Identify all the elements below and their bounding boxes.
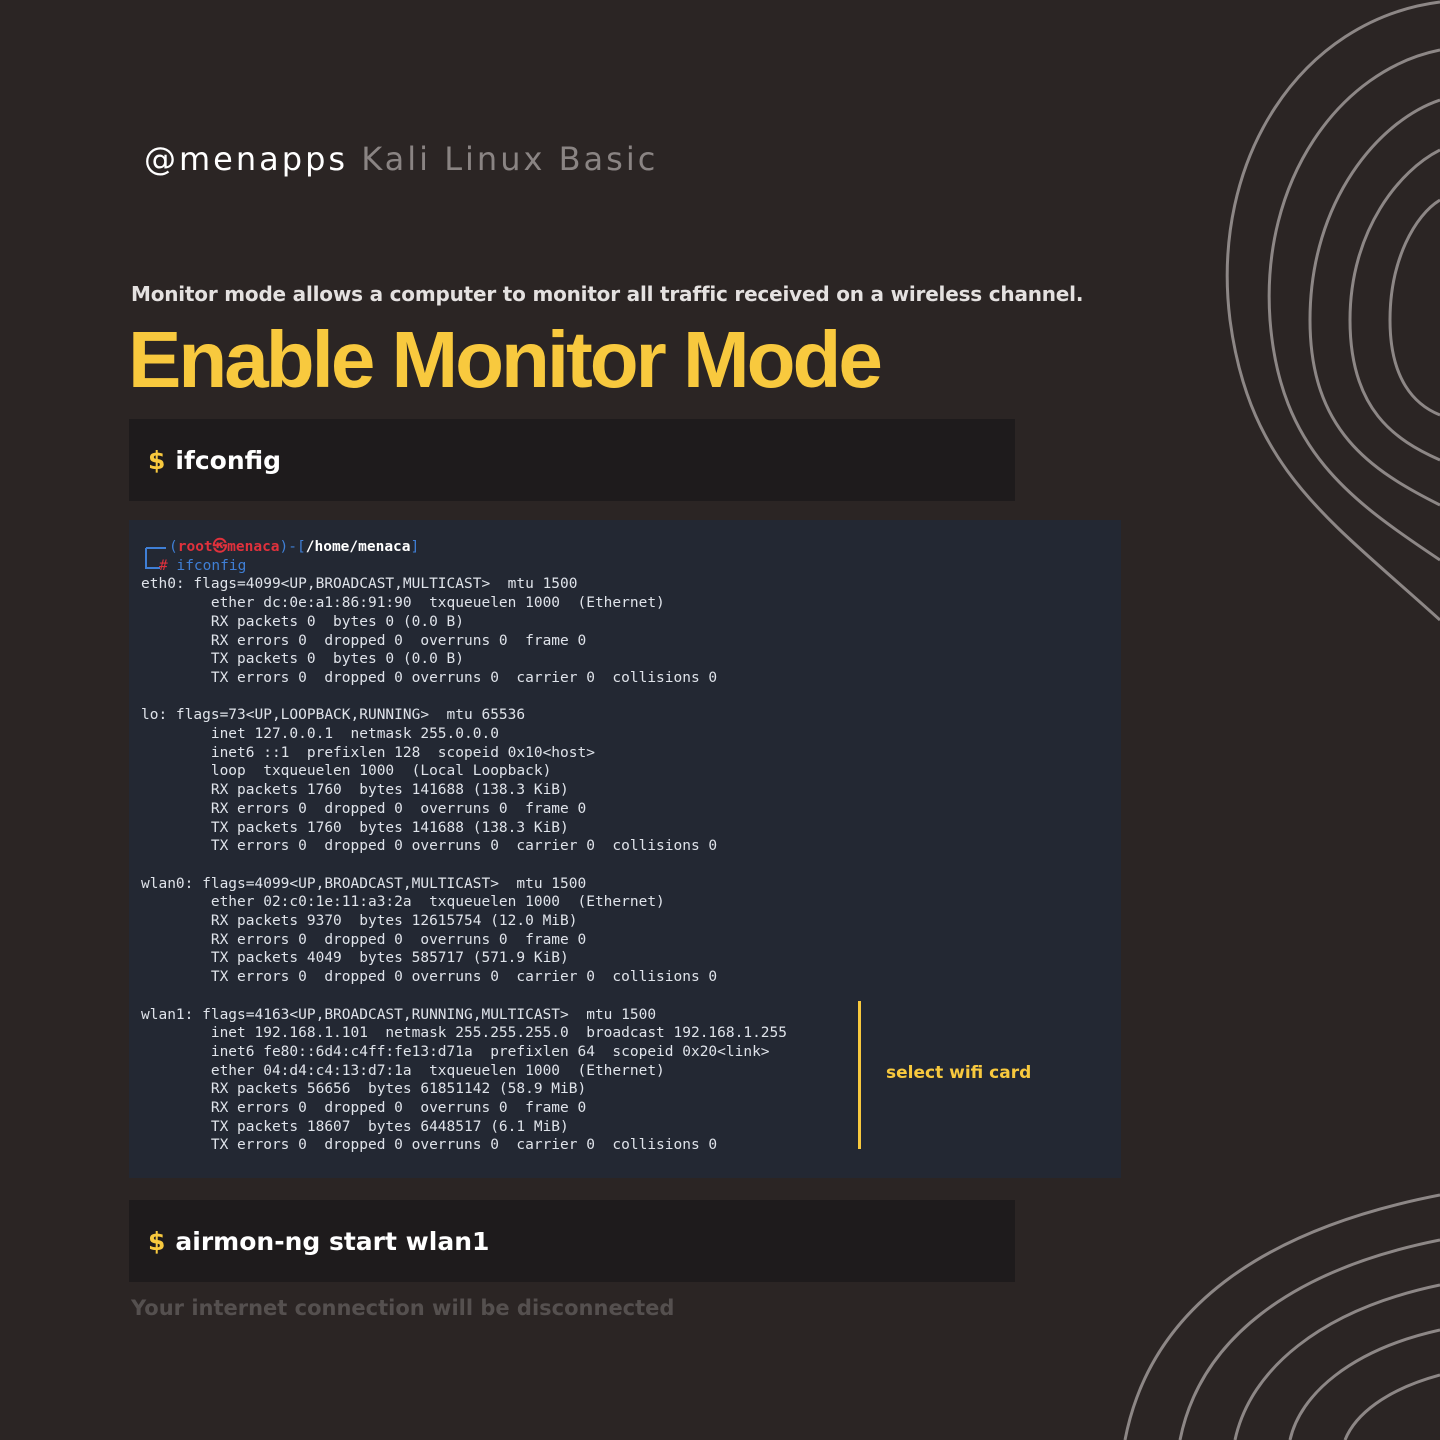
prompt-at-symbol: ㉿ [212,539,228,555]
terminal-output: eth0: flags=4099<UP,BROADCAST,MULTICAST>… [141,575,787,1155]
terminal-line: RX errors 0 dropped 0 overruns 0 frame 0 [141,632,587,649]
terminal-line: RX packets 9370 bytes 12615754 (12.0 MiB… [141,913,578,930]
annotation-label: select wifi card [886,1063,1032,1083]
prompt-path: /home/menaca [305,539,411,555]
terminal-line: wlan0: flags=4099<UP,BROADCAST,MULTICAST… [141,875,587,892]
terminal-line: RX errors 0 dropped 0 overruns 0 frame 0 [141,800,587,817]
intro-text: Monitor mode allows a computer to monito… [131,282,1084,306]
terminal-line: RX packets 56656 bytes 61851142 (58.9 Mi… [141,1081,587,1098]
terminal-line: inet 127.0.0.1 netmask 255.0.0.0 [141,726,499,743]
page-title: Enable Monitor Mode [128,315,883,404]
terminal-line: TX errors 0 dropped 0 overruns 0 carrier… [141,669,718,686]
prompt-host: menaca [227,539,280,555]
terminal-line: RX packets 1760 bytes 141688 (138.3 KiB) [141,782,569,799]
footnote-warning: Your internet connection will be disconn… [131,1296,675,1320]
terminal-line: inet6 ::1 prefixlen 128 scopeid 0x10<hos… [141,744,595,761]
prompt-user: root [177,539,213,555]
annotation-bar [858,1001,861,1149]
terminal-command-line: # ifconfig [159,557,246,576]
terminal-line: TX packets 4049 bytes 585717 (571.9 KiB) [141,950,569,967]
brand-handle: @menapps [144,140,349,178]
terminal-line: TX packets 18607 bytes 6448517 (6.1 MiB) [141,1118,569,1135]
terminal-line: RX errors 0 dropped 0 overruns 0 frame 0 [141,931,587,948]
terminal-line: inet 192.168.1.101 netmask 255.255.255.0… [141,1025,788,1042]
prompt-dollar-icon: $ [148,445,166,475]
terminal-line: TX packets 0 bytes 0 (0.0 B) [141,651,465,668]
terminal-line: TX errors 0 dropped 0 overruns 0 carrier… [141,838,718,855]
terminal-line: ether dc:0e:a1:86:91:90 txqueuelen 1000 … [141,595,665,612]
command-text: ifconfig [175,445,282,475]
terminal-line: TX packets 1760 bytes 141688 (138.3 KiB) [141,819,569,836]
terminal-line: loop txqueuelen 1000 (Local Loopback) [141,763,552,780]
terminal-line: RX packets 0 bytes 0 (0.0 B) [141,613,465,630]
terminal-command: ifconfig [176,557,247,574]
brand-heading: @menapps Kali Linux Basic [144,140,658,178]
command-text: airmon-ng start wlan1 [175,1226,490,1256]
brand-series: Kali Linux Basic [361,140,659,178]
terminal-line: ether 04:d4:c4:13:d7:1a txqueuelen 1000 … [141,1062,665,1079]
terminal-line: wlan1: flags=4163<UP,BROADCAST,RUNNING,M… [141,1006,657,1023]
terminal-line: TX errors 0 dropped 0 overruns 0 carrier… [141,1137,718,1154]
prompt-dollar-icon: $ [148,1226,166,1256]
terminal-line: lo: flags=73<UP,LOOPBACK,RUNNING> mtu 65… [141,707,526,724]
terminal-prompt: (root㉿menaca)-[/home/menaca] [169,539,420,555]
terminal-line: ether 02:c0:1e:11:a3:2a txqueuelen 1000 … [141,894,665,911]
terminal-line: eth0: flags=4099<UP,BROADCAST,MULTICAST>… [141,576,578,593]
terminal-line: inet6 fe80::6d4:c4ff:fe13:d71a prefixlen… [141,1043,770,1060]
command-block-ifconfig: $ ifconfig [129,419,1015,501]
command-block-airmon: $ airmon-ng start wlan1 [129,1200,1015,1282]
terminal-line: TX errors 0 dropped 0 overruns 0 carrier… [141,969,718,986]
prompt-hash: # [159,557,168,574]
terminal-line: RX errors 0 dropped 0 overruns 0 frame 0 [141,1100,587,1117]
